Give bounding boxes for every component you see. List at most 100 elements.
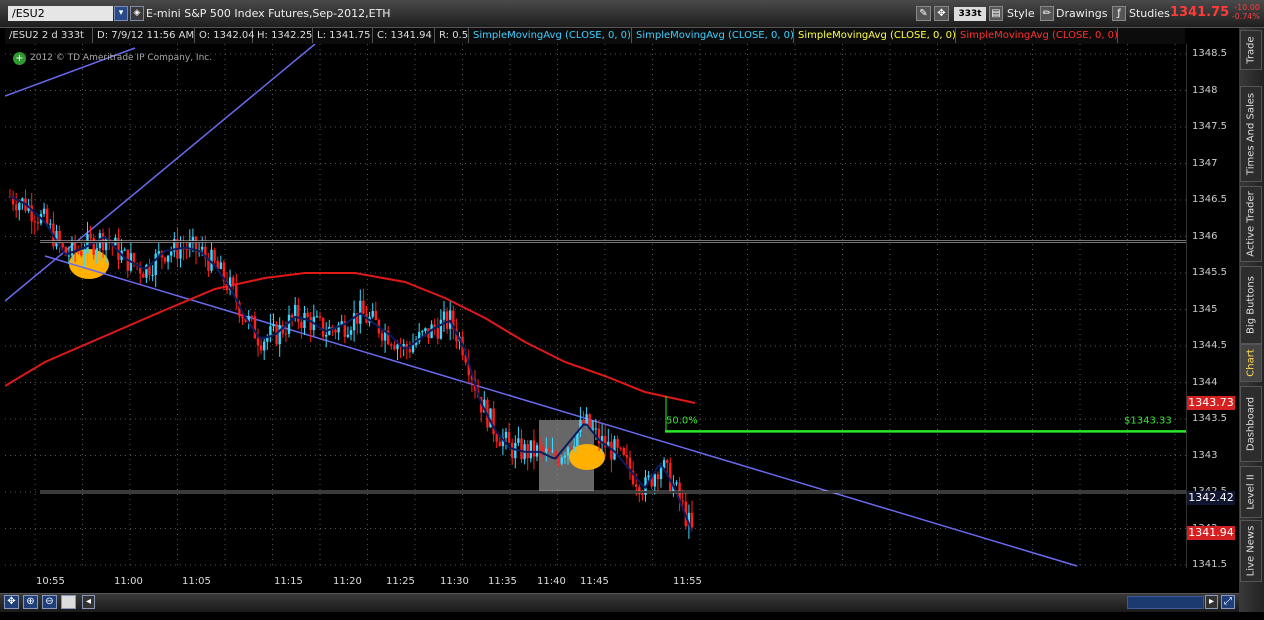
chart-area[interactable]: 50.0% $1343.33 xyxy=(4,43,1186,568)
zoom-in-icon[interactable]: ⊕ xyxy=(23,595,38,609)
candle-body xyxy=(77,251,80,253)
info-icon[interactable]: + xyxy=(13,52,26,65)
price-chart[interactable]: 50.0% $1343.33 xyxy=(4,43,1186,568)
candle-body xyxy=(560,457,563,464)
change-pct: -0.74% xyxy=(1231,12,1260,21)
candle-body xyxy=(346,334,350,337)
symbol-dropdown-icon[interactable]: ▾ xyxy=(114,6,128,21)
candle-body xyxy=(157,251,160,254)
candle-body xyxy=(374,310,377,321)
side-tab-live-news[interactable]: Live News xyxy=(1240,520,1262,582)
price-tick-label: 1341.5 xyxy=(1192,559,1227,570)
candle-body xyxy=(253,316,257,339)
study-label-2[interactable]: SimpleMovingAvg (CLOSE, 0, 0) xyxy=(632,28,794,43)
side-tab-trade[interactable]: Trade xyxy=(1240,30,1262,70)
status-range: R: 0.5 xyxy=(435,28,469,43)
candle-body xyxy=(49,223,52,225)
candle-body xyxy=(557,459,560,464)
scrollbar-thumb[interactable] xyxy=(1127,596,1204,609)
candle-body xyxy=(250,316,253,318)
candle-body xyxy=(213,249,216,261)
drawings-button[interactable]: Drawings xyxy=(1056,5,1107,22)
pan-icon[interactable]: ✥ xyxy=(4,595,19,609)
price-tick-label: 1345.5 xyxy=(1192,267,1227,278)
fit-chart-icon[interactable] xyxy=(61,595,76,609)
style-button[interactable]: Style xyxy=(1007,5,1035,22)
drawings-icon[interactable]: ✏ xyxy=(1040,6,1054,21)
candle-body xyxy=(619,447,622,449)
candle-body xyxy=(495,434,498,442)
side-tab-label: Active Trader xyxy=(1245,191,1257,257)
candle-body xyxy=(18,203,21,211)
study-label-1[interactable]: SimpleMovingAvg (CLOSE, 0, 0) xyxy=(469,28,632,43)
side-tab-label: Chart xyxy=(1245,349,1257,377)
style-icon[interactable]: ▤ xyxy=(989,6,1003,21)
time-tick-label: 11:40 xyxy=(537,576,566,587)
candle-body xyxy=(390,344,393,346)
chart-status-bar: /ESU2 2 d 333t D: 7/9/12 11:56 AM O: 134… xyxy=(5,28,1185,44)
candle-body xyxy=(569,447,573,449)
side-tab-dashboard[interactable]: Dashboard xyxy=(1240,386,1262,462)
candle-body xyxy=(318,316,322,318)
candle-body xyxy=(219,262,222,269)
candle-body xyxy=(445,311,449,329)
candle-body xyxy=(449,310,452,329)
price-tick-label: 1344 xyxy=(1192,376,1218,388)
candle-body xyxy=(594,428,598,430)
time-tick-label: 11:45 xyxy=(580,576,609,587)
side-tab-times-and-sales[interactable]: Times And Sales xyxy=(1240,86,1262,182)
candle-body xyxy=(232,277,235,286)
candle-body xyxy=(622,448,625,455)
price-tick-label: 1344.5 xyxy=(1192,340,1227,351)
candle-body xyxy=(151,274,154,276)
side-tab-level-ii[interactable]: Level II xyxy=(1240,466,1262,518)
candle-body xyxy=(545,448,548,452)
link-icon[interactable]: ◈ xyxy=(130,6,144,21)
candle-body xyxy=(625,454,629,458)
fib-label: 50.0% xyxy=(666,415,698,426)
price-tick-label: 1346.5 xyxy=(1192,194,1227,205)
candle-body xyxy=(656,474,660,480)
candle-body xyxy=(520,438,523,460)
status-open: O: 1342.04 xyxy=(195,28,255,43)
candle-body xyxy=(548,448,551,452)
candle-body xyxy=(393,345,396,350)
side-tab-label: Times And Sales xyxy=(1245,92,1257,176)
side-tab-big-buttons[interactable]: Big Buttons xyxy=(1240,266,1262,344)
copyright-text: 2012 © TD Ameritrade IP Company, Inc. xyxy=(30,53,213,63)
side-tab-chart[interactable]: Chart xyxy=(1240,344,1262,382)
scroll-right-icon[interactable]: ▸ xyxy=(1205,595,1218,609)
candle-body xyxy=(442,311,446,320)
side-tab-label: Trade xyxy=(1245,36,1257,64)
candle-body xyxy=(272,324,275,327)
candle-body xyxy=(15,204,18,211)
aggregation-button[interactable]: 333t xyxy=(954,7,986,21)
studies-button[interactable]: Studies xyxy=(1129,5,1170,22)
side-tab-label: Big Buttons xyxy=(1245,276,1257,334)
candle-body xyxy=(166,255,170,262)
expand-icon[interactable]: ⤢ xyxy=(1221,595,1235,609)
zoom-out-icon[interactable]: ⊖ xyxy=(42,595,57,609)
side-tab-active-trader[interactable]: Active Trader xyxy=(1240,186,1262,262)
candle-body xyxy=(179,248,182,259)
candle-body xyxy=(89,234,92,239)
symbol-input[interactable]: /ESU2 xyxy=(8,6,113,21)
study-label-3[interactable]: SimpleMovingAvg (CLOSE, 0, 0) xyxy=(794,28,956,43)
price-tick-label: 1346 xyxy=(1192,230,1218,242)
status-datetime: D: 7/9/12 11:56 AM xyxy=(93,28,195,43)
candle-body xyxy=(142,273,145,278)
cursor-icon[interactable]: ✥ xyxy=(934,6,949,21)
candle-body xyxy=(325,334,328,337)
drawing-tools-icon[interactable]: ✎ xyxy=(916,6,931,21)
candle-body xyxy=(46,208,49,225)
candle-body xyxy=(306,312,309,318)
candle-body xyxy=(259,345,263,351)
candle-body xyxy=(303,312,306,328)
studies-icon[interactable]: ƒ xyxy=(1112,6,1126,21)
scroll-left-icon[interactable]: ◂ xyxy=(82,595,95,609)
price-marker-label: 1342.42 xyxy=(1187,491,1235,505)
candle-body xyxy=(201,246,204,250)
candle-body xyxy=(591,428,594,430)
study-label-4[interactable]: SimpleMovingAvg (CLOSE, 0, 0) xyxy=(956,28,1118,43)
time-tick-label: 11:30 xyxy=(440,576,469,587)
